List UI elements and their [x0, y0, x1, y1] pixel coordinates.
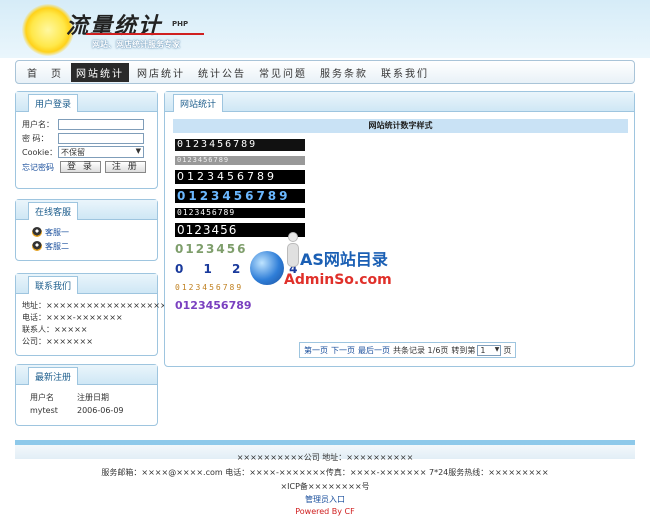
counter-style-4[interactable]: 0123456789 — [175, 189, 306, 203]
cookie-label: Cookie： — [22, 147, 58, 157]
latest-register-box: 最新注册 用户名 注册日期 mytest 2006-06-09 — [15, 364, 158, 426]
contact-phone: 电话：××××-××××××× — [22, 313, 123, 322]
page-count-text: 共条记录 1/6页 — [393, 345, 449, 355]
password-input[interactable] — [58, 132, 144, 144]
footer-company: ××××××××××公司 地址：×××××××××× — [236, 453, 414, 462]
page-select[interactable]: 1 ▼ — [477, 344, 502, 356]
register-button[interactable]: 注 册 — [104, 161, 146, 173]
next-page-link[interactable]: 下一页 — [331, 345, 355, 356]
footer-icp: ×ICP备××××××××号 — [280, 482, 370, 491]
nav-item-terms[interactable]: 服务条款 — [315, 63, 373, 82]
watermark-title: AS网站目录 — [300, 250, 388, 269]
site-header: 流量统计 PHP 网站、网店统计服务专家 — [0, 0, 650, 58]
main-nav: 首 页 网站统计 网店统计 统计公告 常见问题 服务条款 联系我们 — [15, 60, 635, 84]
contact-person: 联系人：××××× — [22, 325, 88, 334]
table-row: mytest 2006-06-09 — [30, 406, 124, 415]
support-title: 在线客服 — [28, 202, 79, 220]
nav-item-shop-stats[interactable]: 网店统计 — [132, 63, 190, 82]
contact-box: 联系我们 地址：×××××××××××××××××××× 电话：××××-×××… — [15, 273, 181, 356]
powered-by: Powered By CF — [295, 507, 355, 516]
logo-suffix: PHP — [172, 20, 189, 28]
qq-icon — [32, 241, 42, 251]
login-button[interactable]: 登 录 — [60, 161, 101, 173]
site-logo[interactable]: 流量统计 — [66, 8, 162, 40]
support-item-1[interactable]: 客服一 — [22, 225, 151, 239]
page-suffix: 页 — [503, 345, 512, 355]
latest-title: 最新注册 — [28, 367, 79, 385]
counter-style-5[interactable]: 0123456789 — [175, 208, 306, 218]
globe-icon — [250, 251, 284, 285]
login-box: 用户登录 用户名： 密 码： Cookie： 不保留 ▼ 忘记密码 登 录 注 … — [15, 91, 158, 189]
watermark-site: AdminSo.com — [284, 272, 392, 288]
counter-style-3[interactable]: 0123456789 — [175, 170, 306, 184]
latest-header-row: 用户名 注册日期 — [30, 393, 109, 402]
last-page-link[interactable]: 最后一页 — [358, 345, 390, 356]
qq-icon — [32, 227, 42, 237]
cookie-select[interactable]: 不保留 ▼ — [58, 146, 144, 158]
pagination: 第一页 下一页 最后一页 共条记录 1/6页 转到第 1 ▼ 页 — [299, 342, 517, 358]
username-input[interactable] — [58, 118, 144, 130]
cookie-select-value: 不保留 — [61, 148, 85, 157]
main-panel: 网站统计 网站统计数字样式 0123456789 0123456789 0123… — [164, 91, 635, 367]
site-slogan: 网站、网店统计服务专家 — [92, 40, 180, 49]
admin-link[interactable]: 管理员入口 — [0, 494, 650, 505]
nav-item-announcements[interactable]: 统计公告 — [193, 63, 251, 82]
nav-item-contact[interactable]: 联系我们 — [376, 63, 434, 82]
first-page-link[interactable]: 第一页 — [304, 345, 328, 356]
section-heading: 网站统计数字样式 — [173, 119, 628, 133]
contact-title: 联系我们 — [28, 276, 79, 294]
counter-style-list: 0123456789 0123456789 0123456789 0123456… — [175, 139, 306, 318]
nav-item-site-stats[interactable]: 网站统计 — [71, 62, 129, 82]
counter-style-2[interactable]: 0123456789 — [175, 156, 306, 165]
logo-underline — [86, 33, 204, 35]
footer-service: 服务邮箱：××××@××××.com 电话：××××-×××××××传真：×××… — [101, 468, 549, 477]
support-item-2[interactable]: 客服二 — [22, 239, 151, 253]
tab-site-stats[interactable]: 网站统计 — [173, 94, 224, 112]
contact-address: 地址：×××××××××××××××××××× — [22, 301, 181, 310]
username-label: 用户名： — [22, 119, 54, 129]
goto-label: 转到第 — [451, 345, 476, 355]
support-box: 在线客服 客服一 客服二 — [15, 199, 158, 261]
password-label: 密 码： — [22, 133, 49, 143]
nav-item-faq[interactable]: 常见问题 — [254, 63, 312, 82]
counter-style-10[interactable]: 0123456789 — [175, 299, 305, 313]
contact-company: 公司：××××××× — [22, 337, 93, 346]
counter-style-1[interactable]: 0123456789 — [175, 139, 306, 151]
chevron-down-icon: ▼ — [494, 345, 500, 353]
forgot-password-link[interactable]: 忘记密码 — [22, 162, 54, 173]
login-title: 用户登录 — [28, 94, 79, 112]
chevron-down-icon: ▼ — [135, 147, 141, 155]
nav-item-home[interactable]: 首 页 — [22, 63, 68, 82]
